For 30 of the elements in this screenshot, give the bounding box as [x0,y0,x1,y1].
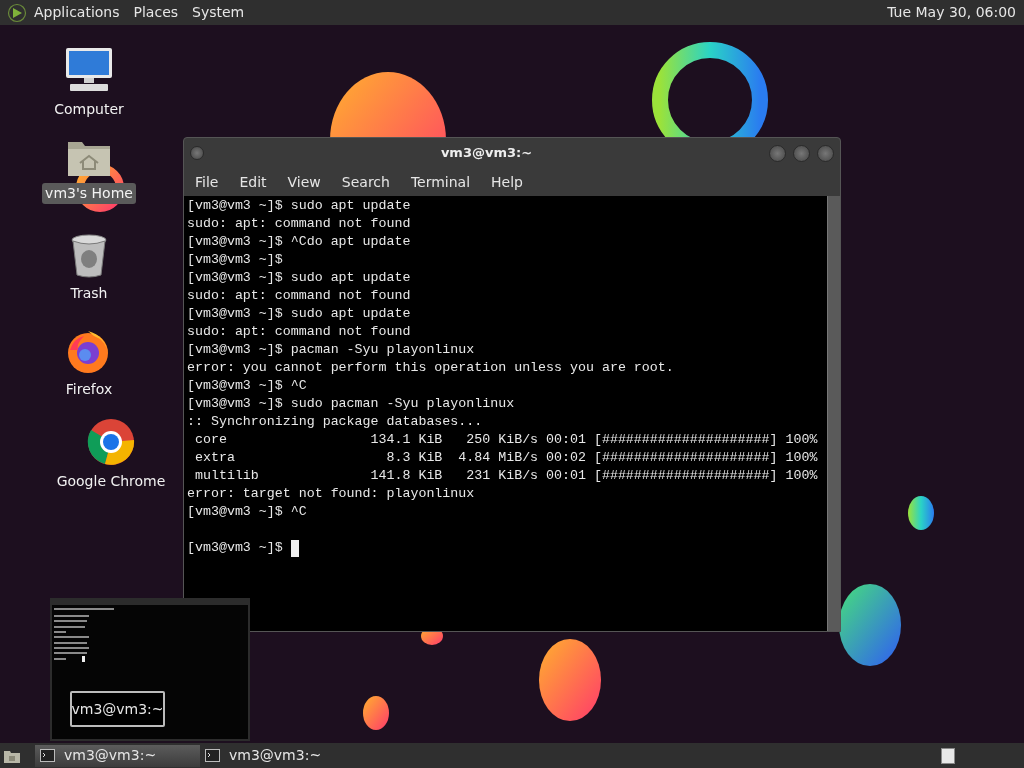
maximize-button[interactable] [793,144,810,162]
chrome-icon[interactable] [87,416,135,466]
workspace-switcher[interactable] [941,747,955,764]
menu-item[interactable]: Terminal [401,171,480,193]
close-button[interactable] [817,144,834,162]
panel-menu[interactable]: Applications [34,2,120,23]
menu-item[interactable]: Edit [230,171,276,193]
menu-item[interactable]: Help [482,171,532,193]
taskbar-button[interactable]: vm3@vm3:~ [35,744,200,767]
window-menu-button[interactable] [190,146,204,160]
menu-item[interactable]: Search [332,171,399,193]
terminal-icon [40,749,55,762]
icon-label[interactable]: Firefox [62,379,116,400]
terminal-output: [vm3@vm3 ~]$ sudo apt update sudo: apt: command not found [vm3@vm3 ~]$ ^Cdo apt update [vm3@vm3 ~]$ [vm3@vm3 ~]$ sudo apt update sudo: apt: command not found [vm3@vm3 ~]$ sudo apt update sudo: apt: command not found [vm3@vm3 ~]$ pacman -Syu playonlinux error: you cannot perform this operation unless you are root. [vm3@vm3 ~]$ ^C [vm3@vm3 ~]$ sudo pacman -Syu playonlinux :: Synchronizing package databases... core 134.1 KiB 250 KiB/s 00:01 [#####################] 100% extra 8.3 KiB 4.84 MiB/s 00:02 [#####################] 100% multilib 141.8 KiB 231 KiB/s 00:01 [#####################] 100% error: target not found: playonlinux [vm3@vm3 ~]$ ^C [vm3@vm3 ~]$ [186,197,819,559]
window-tooltip: vm3@vm3:~ [70,691,165,727]
menu-item[interactable]: File [186,171,228,193]
taskbar-button[interactable]: vm3@vm3:~ [200,744,365,767]
scrollbar[interactable] [827,196,840,631]
terminal-icon [205,749,220,762]
icon-label[interactable]: Google Chrome [53,471,169,492]
menu-item[interactable]: View [278,171,330,193]
panel-menu[interactable]: System [192,2,245,23]
minimize-button[interactable] [769,144,786,162]
window-title: vm3@vm3:~ [440,144,533,163]
distro-logo-icon[interactable] [7,2,27,23]
icon-label[interactable]: Trash [67,283,111,304]
clock[interactable]: Tue May 30, 06:00 [887,2,1016,23]
panel-menu[interactable]: Places [133,2,179,23]
icon-label[interactable]: vm3's Home [42,183,136,204]
icon-label[interactable]: Computer [51,99,127,120]
